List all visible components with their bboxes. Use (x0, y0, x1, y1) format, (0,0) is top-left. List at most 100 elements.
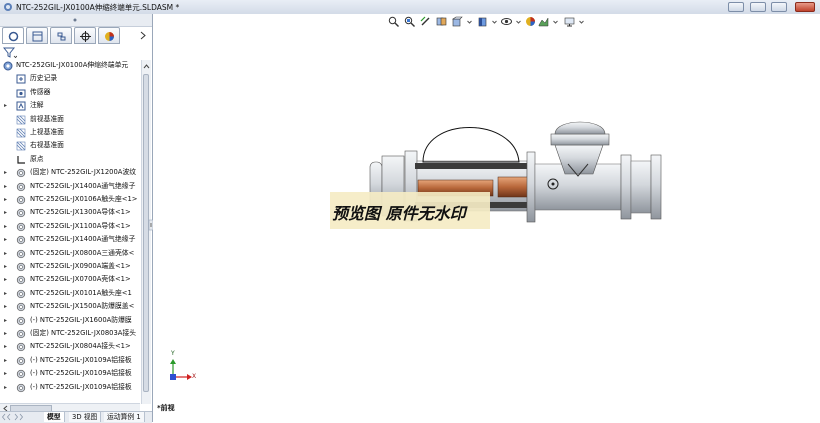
tab-display-manager[interactable] (98, 27, 120, 44)
tab-property-manager[interactable] (26, 27, 48, 44)
hide-show-items-icon[interactable] (501, 16, 512, 27)
plane-icon (16, 142, 26, 151)
section-view-icon[interactable] (436, 16, 447, 27)
tree-item[interactable]: 上视基准面 (0, 126, 140, 139)
expand-arrow-icon[interactable]: ▸ (4, 354, 10, 367)
tree-item[interactable]: ▸ NTC-252GIL-JX0101A触头座<1 (0, 287, 140, 300)
tree-item[interactable]: ▸ (固定) NTC-252GIL-JX1200A波纹 (0, 166, 140, 179)
edit-appearance-icon[interactable] (525, 16, 536, 27)
expand-arrow-icon[interactable]: ▸ (4, 367, 10, 380)
tree-item[interactable]: ▸ NTC-252GIL-JX1400A通气绝缘子 (0, 233, 140, 246)
zoom-to-fit-icon[interactable] (388, 16, 399, 27)
chevron-right-icon[interactable] (139, 31, 147, 40)
tree-item[interactable]: 前视基准面 (0, 113, 140, 126)
expand-arrow-icon[interactable]: ▸ (4, 327, 10, 340)
tree-item-label: (固定) NTC-252GIL-JX0803A接头 (30, 329, 137, 337)
tree-item-label: 上视基准面 (30, 128, 64, 136)
filter-icon[interactable] (3, 47, 17, 59)
tree-item[interactable]: ▸ NTC-252GIL-JX0700A壳体<1> (0, 273, 140, 286)
dropdown-arrow-icon[interactable] (576, 16, 587, 27)
tree-item[interactable]: ▸ NTC-252GIL-JX0106A触头座<1> (0, 193, 140, 206)
tree-item[interactable]: ▸ 注解 (0, 99, 140, 112)
dropdown-arrow-icon[interactable] (513, 16, 524, 27)
tree-item[interactable]: ▸ (-) NTC-252GIL-JX0109A铝接板 (0, 381, 140, 394)
previous-view-icon[interactable] (420, 16, 431, 27)
view-settings-icon[interactable] (564, 16, 575, 27)
tree-item[interactable]: ▸ NTC-252GIL-JX1300A导体<1> (0, 206, 140, 219)
expand-arrow-icon[interactable]: ▸ (4, 206, 10, 219)
tree-item[interactable]: ▸ (固定) NTC-252GIL-JX0803A接头 (0, 327, 140, 340)
expand-arrow-icon[interactable]: ▸ (4, 273, 10, 286)
expand-arrow-icon[interactable]: ▸ (4, 340, 10, 353)
tree-item-label: (固定) NTC-252GIL-JX1200A波纹 (30, 168, 137, 177)
dropdown-arrow-icon[interactable] (464, 16, 475, 27)
tree-root-label: NTC-252GIL-JX0100A伸缩终端单元 (16, 61, 129, 69)
tree-item[interactable]: ▸ NTC-252GIL-JX0800A三通壳体< (0, 247, 140, 260)
tab-model[interactable]: 模型 (44, 412, 65, 422)
display-style-icon[interactable] (477, 16, 488, 27)
close-button[interactable] (795, 2, 815, 12)
part-icon (16, 249, 26, 258)
scroll-thumb[interactable] (143, 74, 149, 392)
restore-document-button[interactable] (750, 2, 766, 12)
tree-item-label: 右视基准面 (30, 141, 64, 150)
expand-arrow-icon[interactable]: ▸ (4, 300, 10, 313)
tab-configuration-manager[interactable] (50, 27, 72, 44)
part-icon (16, 169, 26, 178)
tree-item[interactable]: 原点 (0, 153, 140, 166)
dropdown-arrow-icon[interactable] (489, 16, 500, 27)
tree-item[interactable]: ▸ NTC-252GIL-JX0900A端盖<1> (0, 260, 140, 273)
tree-item-label: 前视基准面 (30, 114, 64, 123)
tab-3d-view[interactable]: 3D 视图 (69, 412, 102, 422)
zoom-to-area-icon[interactable] (404, 16, 415, 27)
expand-arrow-icon[interactable]: ▸ (4, 166, 10, 179)
part-icon (16, 236, 26, 245)
tab-feature-manager[interactable] (2, 27, 24, 44)
tree-item-label: NTC-252GIL-JX1300A导体<1> (30, 208, 131, 217)
sensor-icon (16, 89, 26, 98)
expand-arrow-icon[interactable]: ▸ (4, 99, 10, 112)
expand-arrow-icon[interactable]: ▸ (4, 180, 10, 193)
tab-dimxpert-manager[interactable] (74, 27, 96, 44)
title-bar: NTC-252GIL-JX0100A伸缩终端单元.SLDASM * (0, 0, 820, 15)
tree-item[interactable]: 历史记录 (0, 72, 140, 85)
part-icon (16, 303, 26, 312)
plane-icon (16, 115, 26, 124)
app-icon (4, 3, 12, 11)
panel-collapse-bar[interactable] (0, 14, 152, 27)
tree-item[interactable]: ▸ NTC-252GIL-JX1100A导体<1> (0, 220, 140, 233)
axis-y-label: Y (171, 350, 175, 357)
tree-item[interactable]: ▸ NTC-252GIL-JX1400A通气绝缘子 (0, 180, 140, 193)
part-icon (16, 276, 26, 285)
expand-arrow-icon[interactable]: ▸ (4, 314, 10, 327)
tree-item[interactable]: ▸ NTC-252GIL-JX1500A防爆膜盖< (0, 300, 140, 313)
expand-arrow-icon[interactable]: ▸ (4, 233, 10, 246)
preview-watermark: 预览图 原件无水印 (330, 192, 490, 229)
dropdown-arrow-icon[interactable] (550, 16, 561, 27)
expand-arrow-icon[interactable]: ▸ (4, 287, 10, 300)
expand-arrow-icon[interactable]: ▸ (4, 381, 10, 394)
tree-item[interactable]: ▸ (-) NTC-252GIL-JX0109A铝接板 (0, 367, 140, 380)
help-button[interactable] (728, 2, 744, 12)
view-orientation-icon[interactable] (452, 16, 463, 27)
tab-nav-arrows[interactable] (1, 413, 42, 421)
configuration-icon (57, 32, 66, 41)
tab-motion-study[interactable]: 运动算例 1 (104, 412, 145, 422)
expand-arrow-icon[interactable]: ▸ (4, 193, 10, 206)
expand-arrow-icon[interactable]: ▸ (4, 247, 10, 260)
scroll-up-icon[interactable] (143, 63, 150, 69)
minimize-button[interactable] (771, 2, 787, 12)
tree-root-assembly[interactable]: NTC-252GIL-JX0100A伸缩终端单元 (0, 59, 140, 72)
part-icon (16, 343, 26, 352)
tree-vertical-scrollbar[interactable] (141, 60, 151, 404)
tree-item-label: NTC-252GIL-JX0101A触头座<1 (30, 288, 132, 297)
expand-arrow-icon[interactable]: ▸ (4, 220, 10, 233)
expand-arrow-icon[interactable]: ▸ (4, 260, 10, 273)
tree-item[interactable]: ▸ (-) NTC-252GIL-JX1600A防爆膜 (0, 314, 140, 327)
tree-item[interactable]: 右视基准面 (0, 139, 140, 152)
tree-item[interactable]: 传感器 (0, 86, 140, 99)
heads-up-view-toolbar (388, 16, 588, 30)
tree-item[interactable]: ▸ NTC-252GIL-JX0804A接头<1> (0, 340, 140, 353)
apply-scene-icon[interactable] (538, 16, 549, 27)
tree-item[interactable]: ▸ (-) NTC-252GIL-JX0109A铝接板 (0, 354, 140, 367)
